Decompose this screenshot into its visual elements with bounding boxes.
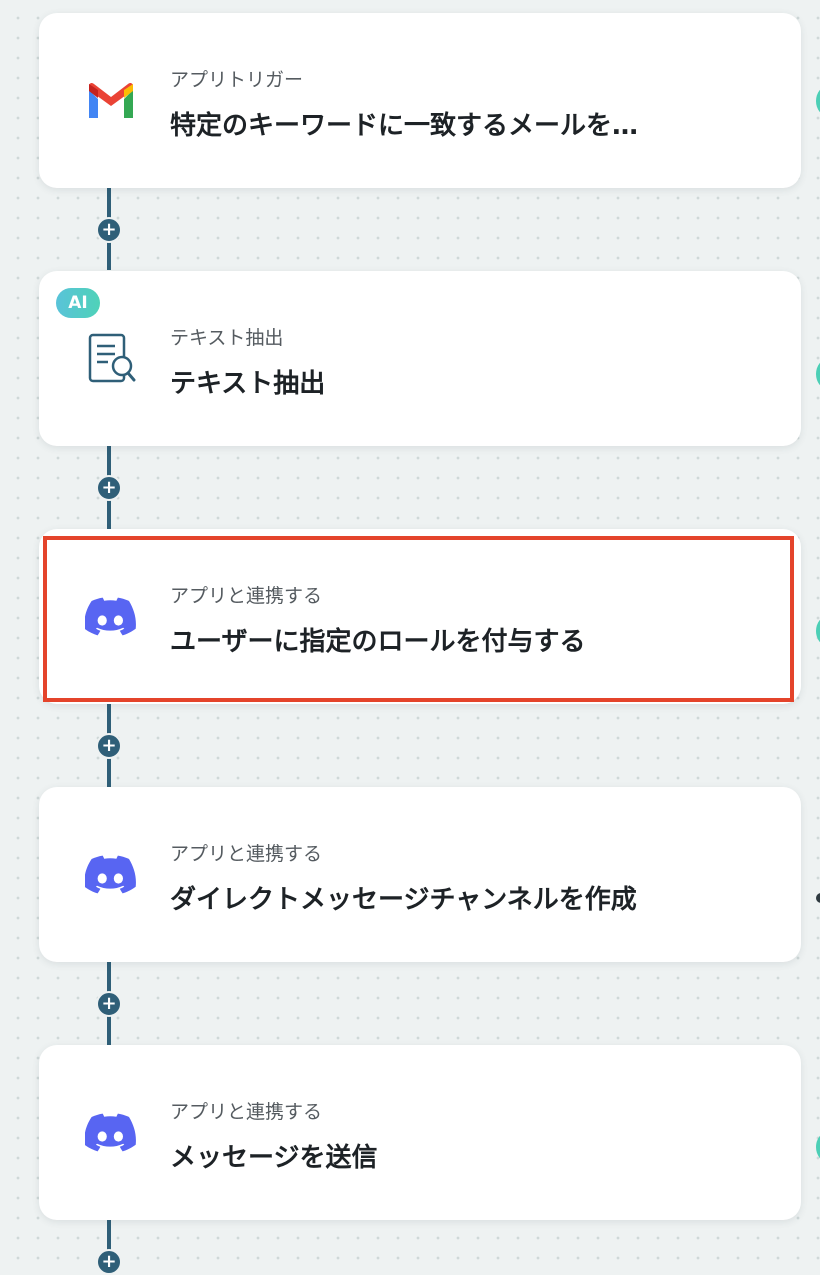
gmail-icon bbox=[81, 71, 141, 131]
step-status-indicator bbox=[816, 86, 820, 116]
step-title: テキスト抽出 bbox=[170, 369, 326, 399]
discord-icon bbox=[81, 587, 141, 647]
step-card-assign-role[interactable]: アプリと連携する ユーザーに指定のロールを付与する bbox=[39, 529, 801, 704]
step-status-indicator bbox=[816, 359, 820, 389]
step-subtitle: テキスト抽出 bbox=[170, 327, 284, 349]
step-title: メッセージを送信 bbox=[170, 1143, 378, 1173]
step-subtitle: アプリトリガー bbox=[170, 69, 304, 91]
discord-icon bbox=[81, 845, 141, 905]
discord-icon bbox=[81, 1103, 141, 1163]
step-title: ユーザーに指定のロールを付与する bbox=[170, 627, 586, 657]
ai-badge: AI bbox=[56, 288, 100, 318]
add-step-button[interactable]: + bbox=[96, 991, 122, 1017]
step-subtitle: アプリと連携する bbox=[170, 585, 323, 607]
step-subtitle: アプリと連携する bbox=[170, 1101, 323, 1123]
step-title: ダイレクトメッセージチャンネルを作成 bbox=[170, 885, 637, 915]
step-card-gmail-trigger[interactable]: アプリトリガー 特定のキーワードに一致するメールを… bbox=[39, 13, 801, 188]
add-step-button[interactable]: + bbox=[96, 475, 122, 501]
document-search-icon bbox=[81, 329, 141, 389]
step-status-indicator bbox=[816, 616, 820, 646]
step-status-indicator bbox=[816, 1132, 820, 1162]
step-status-indicator bbox=[816, 893, 820, 903]
step-subtitle: アプリと連携する bbox=[170, 843, 323, 865]
step-card-send-message[interactable]: アプリと連携する メッセージを送信 bbox=[39, 1045, 801, 1220]
add-step-button[interactable]: + bbox=[96, 1249, 122, 1275]
add-step-button[interactable]: + bbox=[96, 217, 122, 243]
step-card-text-extraction[interactable]: AI テキスト抽出 テキスト抽出 bbox=[39, 271, 801, 446]
step-title: 特定のキーワードに一致するメールを… bbox=[170, 111, 639, 141]
add-step-button[interactable]: + bbox=[96, 733, 122, 759]
step-card-create-dm-channel[interactable]: アプリと連携する ダイレクトメッセージチャンネルを作成 bbox=[39, 787, 801, 962]
